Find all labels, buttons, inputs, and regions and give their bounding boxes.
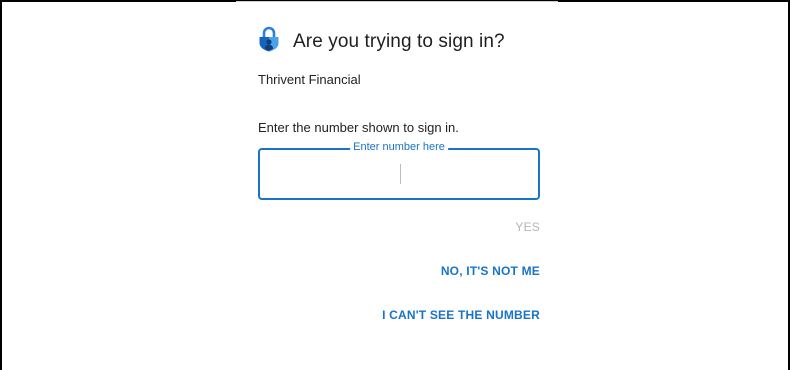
number-input[interactable] [266, 160, 532, 190]
authenticator-lock-icon [258, 26, 293, 57]
text-cursor [400, 164, 401, 184]
cant-see-number-button[interactable]: I CAN'T SEE THE NUMBER [382, 308, 540, 322]
number-field[interactable]: Enter number here [258, 141, 540, 200]
not-me-button[interactable]: NO, IT'S NOT ME [441, 264, 540, 278]
dialog-header: Are you trying to sign in? [258, 26, 505, 57]
yes-button[interactable]: YES [515, 220, 540, 234]
account-name: Thrivent Financial [258, 72, 361, 87]
sign-in-approval-dialog: Are you trying to sign in? Thrivent Fina… [258, 0, 540, 368]
number-field-label: Enter number here [350, 141, 448, 153]
dialog-title: Are you trying to sign in? [293, 30, 505, 52]
instruction-text: Enter the number shown to sign in. [258, 120, 459, 135]
